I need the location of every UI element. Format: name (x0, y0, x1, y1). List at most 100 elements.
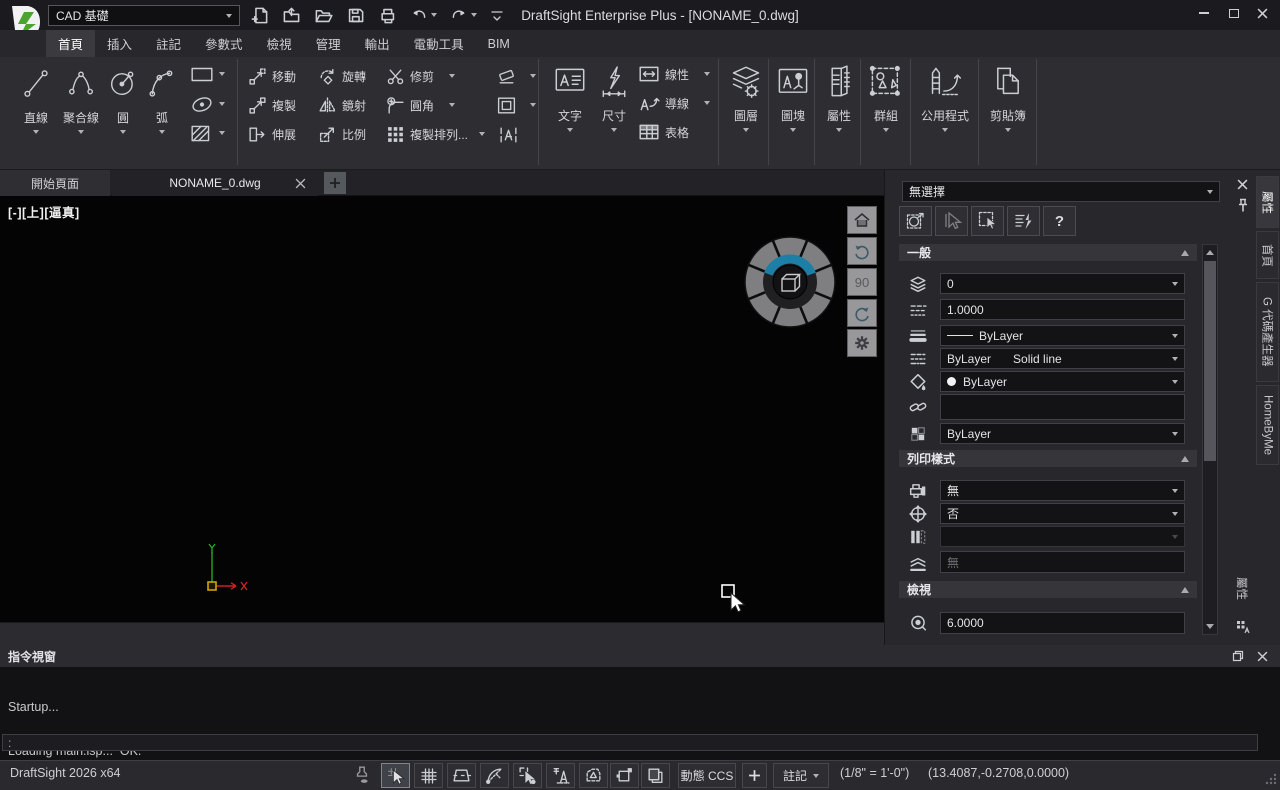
chevron-down-icon[interactable] (479, 132, 485, 136)
chevron-down-icon[interactable] (704, 72, 710, 76)
tab-annotate[interactable]: 註記 (144, 30, 193, 57)
chevron-down-icon[interactable] (219, 72, 225, 76)
polyline-button[interactable]: 聚合線 (58, 62, 104, 134)
tab-output[interactable]: 輸出 (353, 30, 402, 57)
select-box-button[interactable] (971, 206, 1004, 236)
annotation-visibility-toggle[interactable] (579, 763, 608, 788)
palette-pin-icon[interactable] (1237, 198, 1249, 213)
attributes-button[interactable]: 屬性 (818, 62, 860, 132)
tab-view[interactable]: 檢視 (255, 30, 304, 57)
close-document-icon[interactable] (295, 178, 306, 189)
palette-scrollbar[interactable] (1202, 244, 1218, 635)
leader-button[interactable]: 導線 (638, 93, 710, 113)
chevron-down-icon[interactable] (120, 130, 126, 134)
linear-dimension-button[interactable]: 線性 (638, 64, 710, 84)
chevron-down-icon[interactable] (530, 103, 536, 107)
offset-button[interactable] (496, 95, 536, 115)
arc-button[interactable]: 弧 (144, 62, 180, 134)
line-button[interactable]: 直線 (16, 62, 56, 134)
wheel-settings-button[interactable] (847, 329, 877, 357)
chevron-down-icon[interactable] (530, 74, 536, 78)
side-tab-homebyme[interactable]: HomeByMe (1256, 385, 1279, 465)
rotate-cw-button[interactable] (847, 299, 877, 327)
minimize-button[interactable] (1190, 0, 1218, 26)
mirror-button[interactable]: 鏡射 (318, 95, 366, 115)
utilities-button[interactable]: 公用程式 (914, 62, 976, 132)
select-previous-button[interactable] (935, 206, 968, 236)
shade-field[interactable]: 無 (940, 551, 1185, 573)
command-input[interactable]: : (2, 734, 1258, 751)
printable-area-toggle[interactable] (610, 763, 639, 788)
side-tab-gcode-generator[interactable]: G 代碼產生器 (1256, 282, 1279, 382)
sheet-copy-toggle[interactable] (641, 763, 670, 788)
block-button[interactable]: 圖塊 (772, 62, 814, 132)
section-general[interactable]: 一般 (899, 244, 1197, 261)
annotation-monitor-icon[interactable] (1236, 620, 1250, 634)
group-button[interactable]: 群組 (864, 62, 908, 132)
chevron-down-icon[interactable] (704, 101, 710, 105)
scrollbar-thumb[interactable] (1204, 261, 1216, 461)
side-tab-home[interactable]: 首頁 (1256, 231, 1279, 279)
command-close-icon[interactable] (1257, 651, 1268, 662)
plot-field[interactable]: 否 (940, 503, 1185, 524)
circle-button[interactable]: 圓 (106, 62, 140, 134)
new-drawing-icon[interactable] (250, 6, 269, 25)
maximize-button[interactable] (1220, 0, 1248, 26)
add-scale-button[interactable] (742, 763, 767, 788)
chevron-down-icon[interactable] (611, 128, 617, 132)
tab-power-tools[interactable]: 電動工具 (402, 30, 476, 57)
chevron-down-icon[interactable] (836, 128, 842, 132)
new-document-tab-button[interactable] (324, 172, 346, 194)
import-drawing-icon[interactable] (282, 6, 301, 25)
palette-help-button[interactable]: ? (1043, 206, 1076, 236)
grid-toggle[interactable] (414, 763, 443, 788)
tab-home[interactable]: 首頁 (46, 30, 95, 57)
lineweight-field[interactable]: ByLayer (940, 325, 1185, 346)
tab-manage[interactable]: 管理 (304, 30, 353, 57)
text-button[interactable]: 文字 (550, 62, 590, 132)
close-button[interactable] (1248, 0, 1276, 26)
rectangle-button[interactable] (190, 64, 225, 84)
tab-parametric[interactable]: 參數式 (193, 30, 255, 57)
chevron-down-icon[interactable] (219, 131, 225, 135)
open-drawing-icon[interactable] (314, 6, 333, 25)
chevron-down-icon[interactable] (790, 128, 796, 132)
esnap-toggle[interactable] (513, 763, 542, 788)
color-field[interactable]: ByLayer (940, 371, 1185, 392)
select-entities-button[interactable] (899, 206, 932, 236)
chevron-down-icon[interactable] (33, 130, 39, 134)
chevron-down-icon[interactable] (567, 128, 573, 132)
move-button[interactable]: 移動 (248, 66, 296, 86)
camera-height-field[interactable]: 6.0000 (940, 612, 1185, 634)
ellipse-button[interactable] (190, 94, 225, 114)
workspace-dropdown[interactable]: CAD 基礎 (48, 5, 240, 26)
chevron-down-icon[interactable] (449, 74, 455, 78)
selection-dropdown[interactable]: 無選擇 (902, 181, 1220, 202)
scale-button[interactable]: 比例 (318, 124, 366, 144)
chevron-down-icon[interactable] (942, 128, 948, 132)
ortho-toggle[interactable] (447, 763, 476, 788)
rotate-angle-button[interactable]: 90 (847, 268, 877, 296)
linestyle-field[interactable]: ByLayer Solid line (940, 348, 1185, 369)
side-tab-properties[interactable]: 屬性 (1256, 176, 1279, 228)
command-window-titlebar[interactable]: 指令視窗 (0, 645, 1280, 667)
polar-guide-toggle[interactable] (480, 763, 509, 788)
palette-close-icon[interactable] (1237, 179, 1248, 190)
scroll-up-button[interactable] (1203, 245, 1217, 260)
table-button[interactable]: 表格 (638, 122, 689, 142)
transparency-field[interactable]: ByLayer (940, 423, 1185, 444)
viewport-controls-label[interactable]: [-][上][逼真] (8, 202, 80, 221)
section-view[interactable]: 檢視 (899, 581, 1197, 598)
pattern-button[interactable]: 複製排列... (386, 124, 485, 144)
flashlight-icon[interactable] (353, 765, 371, 785)
entity-snap-toggle[interactable] (381, 763, 410, 788)
scroll-down-button[interactable] (1203, 619, 1217, 634)
trim-button[interactable]: 修剪 (386, 66, 455, 86)
dynamic-ccs-button[interactable]: 動態 CCS (678, 763, 736, 788)
hatch-button[interactable] (190, 123, 225, 143)
print-table-field[interactable] (940, 526, 1185, 547)
layer-field[interactable]: 0 (940, 273, 1185, 294)
hyperlink-field[interactable] (940, 394, 1185, 420)
etrack-toggle[interactable] (546, 763, 575, 788)
rotate-button[interactable]: 旋轉 (318, 66, 366, 86)
